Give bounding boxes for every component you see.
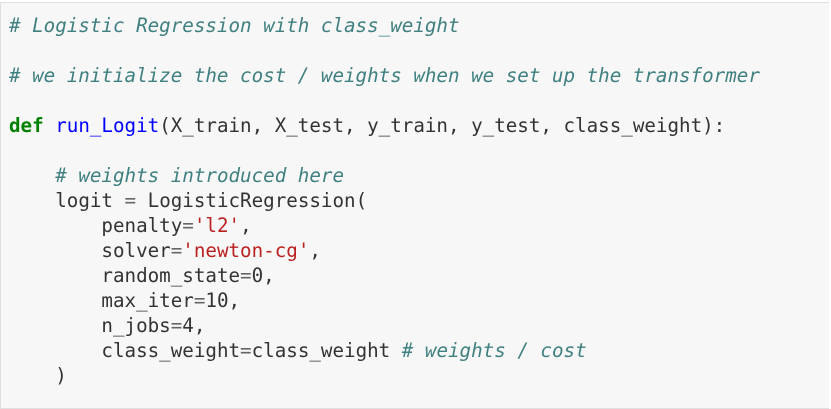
equals: = — [182, 214, 194, 237]
logit-variable: logit — [55, 189, 113, 212]
code-line-11: random_state=0, — [9, 263, 760, 288]
comma: , — [193, 314, 206, 337]
equals: = — [170, 239, 183, 262]
code-line-1: # Logistic Regression with class_weight — [9, 13, 760, 38]
class-weight-value: class_weight — [251, 339, 391, 362]
solver-key: solver — [101, 239, 171, 262]
code-line-12: max_iter=10, — [9, 288, 760, 313]
max-iter-key: max_iter — [101, 289, 194, 312]
penalty-value: 'l2' — [193, 214, 241, 237]
comma: , — [228, 289, 241, 312]
solver-value: 'newton-cg' — [182, 239, 310, 262]
comma: , — [309, 239, 321, 262]
function-name: run_Logit — [55, 114, 160, 137]
equals: = — [170, 314, 183, 337]
equals: = — [240, 339, 252, 362]
logit-call: LogisticRegression( — [147, 189, 368, 212]
code-line-5: def run_Logit(X_train, X_test, y_train, … — [9, 113, 760, 138]
code-cell[interactable]: # Logistic Regression with class_weight #… — [0, 2, 829, 409]
equals: = — [240, 264, 252, 287]
n-jobs-key: n_jobs — [101, 314, 171, 337]
code-block: # Logistic Regression with class_weight #… — [9, 13, 760, 388]
assign-operator: = — [112, 189, 148, 212]
max-iter-value: 10 — [205, 289, 229, 312]
code-line-13: n_jobs=4, — [9, 313, 760, 338]
comment-cost: # weights / cost — [401, 339, 587, 362]
n-jobs-value: 4 — [182, 314, 194, 337]
code-line-15: ) — [9, 363, 760, 388]
penalty-key: penalty — [101, 214, 183, 237]
random-state-value: 0 — [251, 264, 264, 287]
code-line-9: penalty='l2', — [9, 213, 760, 238]
code-line-7: # weights introduced here — [9, 163, 760, 188]
code-line-8: logit = LogisticRegression( — [9, 188, 760, 213]
equals: = — [193, 289, 206, 312]
function-params: (X_train, X_test, y_train, y_test, class… — [159, 114, 726, 137]
comment-weights: # weights introduced here — [55, 164, 345, 187]
def-keyword: def — [9, 114, 44, 137]
class-weight-key: class_weight — [101, 339, 241, 362]
code-line-14: class_weight=class_weight # weights / co… — [9, 338, 760, 363]
comment-init: # we initialize the cost / weights when … — [9, 64, 760, 87]
code-line-10: solver='newton-cg', — [9, 238, 760, 263]
close-paren: ) — [55, 364, 67, 387]
random-state-key: random_state — [101, 264, 241, 287]
comma: , — [263, 264, 275, 287]
comma: , — [240, 214, 252, 237]
comment-title: # Logistic Regression with class_weight — [9, 14, 460, 37]
code-line-3: # we initialize the cost / weights when … — [9, 63, 760, 88]
